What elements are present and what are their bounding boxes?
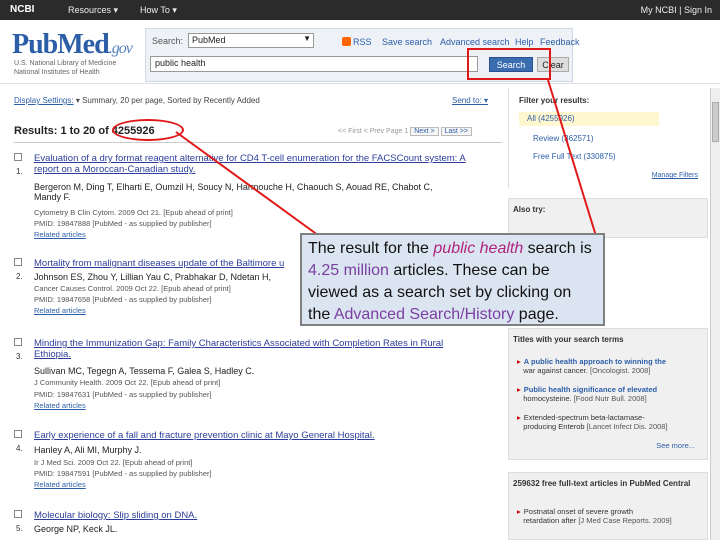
result-authors: George NP, Keck JL.: [34, 524, 118, 534]
result-journal: Cytometry B Clin Cytom. 2009 Oct 21. [Ep…: [34, 208, 233, 217]
titles-box-item[interactable]: ▸ A public health approach to winning the…: [517, 357, 666, 375]
result-pmid: PMID: 19847631 [PubMed - as supplied by …: [34, 390, 212, 399]
scrollbar-thumb[interactable]: [712, 102, 719, 142]
howto-menu[interactable]: How To ▾: [140, 5, 177, 16]
related-articles-link[interactable]: Related articles: [34, 306, 86, 316]
save-search-link[interactable]: Save search: [382, 37, 432, 47]
result-number: 3.: [16, 352, 23, 361]
result-pmid: PMID: 19847591 [PubMed - as supplied by …: [34, 469, 212, 478]
related-articles-link[interactable]: Related articles: [34, 401, 86, 411]
feedback-link[interactable]: Feedback: [540, 37, 580, 47]
last-page-button[interactable]: Last >>: [440, 127, 472, 136]
filter-all[interactable]: All (4255926): [519, 112, 659, 126]
free-full-text-item[interactable]: ▸ Postnatal onset of severe growth retard…: [517, 507, 672, 525]
rss-icon: [342, 37, 351, 46]
result-journal: Cancer Causes Control. 2009 Oct 22. [Epu…: [34, 284, 231, 293]
result-authors: Johnson ES, Zhou Y, Lillian Yau C, Prabh…: [34, 272, 271, 282]
rss-link[interactable]: RSS: [342, 37, 372, 47]
search-input[interactable]: public health: [150, 56, 478, 72]
results-count-highlight-ellipse: [112, 119, 184, 141]
result-pmid: PMID: 19847888 [PubMed - as supplied by …: [34, 219, 212, 228]
annotation-callout: The result for the public health search …: [300, 233, 605, 326]
display-settings-row: Display Settings: ▾ Summary, 20 per page…: [14, 96, 260, 105]
result-pmid: PMID: 19847658 [PubMed - as supplied by …: [34, 295, 212, 304]
related-articles-link[interactable]: Related articles: [34, 230, 86, 240]
pager: << First < Prev Page 1 Next > Last >>: [338, 127, 472, 136]
result-authors: Hanley A, Ali MI, Murphy J.: [34, 445, 142, 455]
filter-panel: Filter your results: All (4255926) Revie…: [508, 88, 708, 188]
also-try-heading: Also try:: [513, 205, 546, 214]
my-ncbi-sign-in-link[interactable]: My NCBI | Sign In: [641, 5, 712, 15]
result-checkbox[interactable]: [14, 430, 22, 438]
pubmed-logo[interactable]: PubMed.gov: [12, 29, 133, 61]
display-settings-link[interactable]: Display Settings:: [14, 96, 74, 105]
result-authors-cont: Mandy F.: [34, 192, 71, 202]
search-label: Search:: [152, 36, 184, 46]
result-number: 4.: [16, 444, 23, 453]
nlm-subtitle: U.S. National Library of Medicine: [14, 60, 117, 67]
result-journal: J Community Health. 2009 Oct 22. [Epub a…: [34, 378, 221, 387]
manage-filters-link[interactable]: Manage Filters: [652, 172, 698, 179]
result-title-link[interactable]: Minding the Immunization Gap: Family Cha…: [34, 338, 504, 360]
send-to-menu[interactable]: Send to: ▾: [452, 96, 488, 105]
top-navigation-bar: NCBI Resources ▾ How To ▾ My NCBI | Sign…: [0, 0, 720, 20]
result-authors: Bergeron M, Ding T, Elharti E, Oumzil H,…: [34, 182, 433, 192]
result-item: 4. Early experience of a fall and fractu…: [14, 430, 504, 502]
pubmed-header: PubMed.gov U.S. National Library of Medi…: [0, 20, 720, 84]
free-full-text-box: 259632 free full-text articles in PubMed…: [508, 472, 708, 540]
result-title-link[interactable]: Molecular biology: Slip sliding on DNA.: [34, 510, 504, 521]
result-journal: Ir J Med Sci. 2009 Oct 22. [Epub ahead o…: [34, 458, 193, 467]
titles-with-search-terms-box: Titles with your search terms ▸ A public …: [508, 328, 708, 460]
help-link[interactable]: Help: [515, 37, 534, 47]
result-number: 1.: [16, 167, 23, 176]
filter-free-full-text[interactable]: Free Full Text (330875): [533, 152, 616, 161]
result-title-link[interactable]: Evaluation of a dry format reagent alter…: [34, 153, 504, 175]
result-checkbox[interactable]: [14, 258, 22, 266]
display-settings-value: Summary, 20 per page, Sorted by Recently…: [82, 96, 260, 105]
result-title-link[interactable]: Early experience of a fall and fracture …: [34, 430, 504, 441]
also-try-box: Also try:: [508, 198, 708, 238]
database-select[interactable]: PubMed ▼: [188, 33, 314, 48]
result-checkbox[interactable]: [14, 510, 22, 518]
titles-box-item[interactable]: ▸ Public health significance of elevated …: [517, 385, 657, 403]
titles-box-heading: Titles with your search terms: [513, 335, 624, 344]
result-item: 5. Molecular biology: Slip sliding on DN…: [14, 510, 504, 540]
search-button-highlight-box: [467, 48, 551, 80]
free-full-text-heading: 259632 free full-text articles in PubMed…: [513, 479, 691, 488]
resources-menu[interactable]: Resources ▾: [68, 5, 118, 16]
result-number: 5.: [16, 524, 23, 533]
pager-first-prev[interactable]: << First < Prev Page 1: [338, 128, 408, 135]
filter-review[interactable]: Review (362571): [533, 134, 593, 143]
result-checkbox[interactable]: [14, 338, 22, 346]
nih-subtitle: National Institutes of Health: [14, 69, 100, 76]
result-item: 3. Minding the Immunization Gap: Family …: [14, 338, 504, 422]
divider: [14, 142, 502, 143]
chevron-down-icon: ▼: [303, 34, 311, 43]
advanced-search-link[interactable]: Advanced search: [440, 37, 510, 47]
result-item: 1. Evaluation of a dry format reagent al…: [14, 153, 504, 245]
next-page-button[interactable]: Next >: [410, 127, 439, 136]
result-authors: Sullivan MC, Tegegn A, Tessema F, Galea …: [34, 366, 255, 376]
result-checkbox[interactable]: [14, 153, 22, 161]
filter-heading: Filter your results:: [519, 96, 590, 105]
see-more-link[interactable]: See more...: [656, 441, 695, 450]
result-number: 2.: [16, 272, 23, 281]
vertical-scrollbar[interactable]: [710, 88, 720, 540]
titles-box-item[interactable]: ▸ Extended-spectrum beta-lactamase- produ…: [517, 413, 668, 431]
ncbi-logo[interactable]: NCBI: [10, 4, 34, 15]
related-articles-link[interactable]: Related articles: [34, 480, 86, 490]
